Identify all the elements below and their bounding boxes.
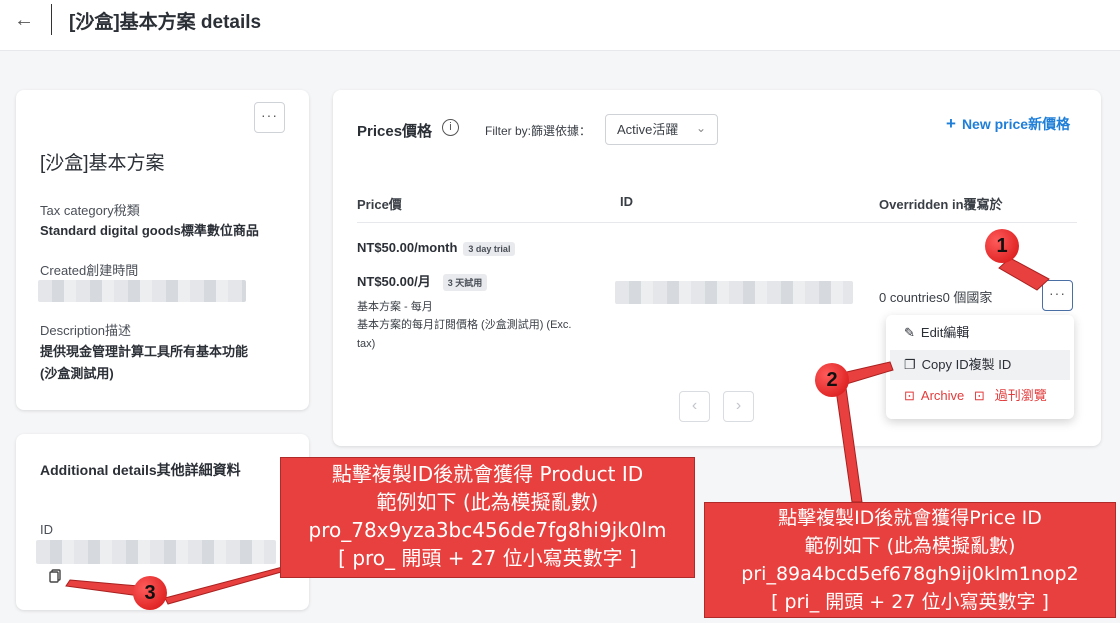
tax-category-label: Tax category稅類: [40, 203, 140, 218]
price-row-more-button[interactable]: ···: [1042, 280, 1073, 311]
arrow-left-icon[interactable]: ←: [14, 9, 34, 32]
description-line-1: 提供現金管理計算工具所有基本功能: [40, 344, 249, 359]
product-id-redacted: [36, 540, 276, 564]
callout-product-id: 點擊複製ID後就會獲得 Product ID 範例如下 (此為模擬亂數) pro…: [280, 457, 695, 578]
top-bar: ← [沙盒]基本方案 details: [0, 0, 1120, 51]
callout-product-line-2: 範例如下 (此為模擬亂數): [376, 490, 599, 514]
filter-select[interactable]: Active活躍 ⌄: [605, 114, 718, 145]
new-price-label: New price新價格: [961, 116, 1071, 132]
plan-description-1: 基本方案的每月訂閱價格 (沙盒測試用) (Exc.: [357, 319, 572, 331]
prices-title: Prices價格: [357, 123, 433, 140]
callout-product-line-1: 點擊複製ID後就會獲得 Product ID: [331, 462, 644, 486]
callout-price-line-1: 點擊複製ID後就會獲得Price ID: [778, 507, 1042, 529]
callout-product-line-3: pro_78x9yza3bc456de7fg8hi9jk0lm: [308, 518, 667, 542]
price-monthly-en-text: NT$50.00/month: [357, 240, 458, 255]
description-label: Description描述: [40, 323, 132, 338]
column-header-id: ID: [620, 194, 633, 209]
callout-product-line-4: [ pro_ 開頭 + 27 位小寫英數字 ]: [338, 546, 637, 570]
column-header-overridden: Overridden in覆寫於: [879, 197, 1003, 212]
additional-details-title: Additional details其他詳細資料: [40, 462, 241, 478]
menu-item-edit-label: Edit編輯: [920, 325, 970, 340]
menu-item-copy-id[interactable]: ❐ Copy ID複製 ID: [890, 350, 1070, 380]
price-monthly-zh: NT$50.00/月 3 天試用: [357, 271, 488, 292]
overridden-countries: 0 countries0 個國家: [879, 290, 993, 305]
plus-icon: +: [946, 114, 956, 133]
tax-category-value: Standard digital goods標準數位商品: [40, 223, 259, 238]
new-price-button[interactable]: + New price新價格: [946, 114, 1070, 134]
menu-item-archive-zh: 過刊瀏覽: [994, 388, 1047, 403]
trial-badge-zh: 3 天試用: [442, 274, 488, 292]
menu-item-archive-label: Archive: [920, 388, 965, 403]
copy-icon[interactable]: [46, 567, 64, 585]
id-label: ID: [40, 522, 53, 537]
page-title: [沙盒]基本方案 details: [69, 12, 262, 33]
plan-description-2: tax): [357, 338, 376, 350]
created-label: Created創建時間: [40, 263, 139, 278]
price-action-menu: ✎ Edit編輯 ❐ Copy ID複製 ID ⊡ Archive ⊡ 過刊瀏覽: [886, 315, 1074, 419]
price-id-redacted: [615, 281, 853, 304]
callout-price-line-3: pri_89a4bcd5ef678gh9ij0klm1nop2: [741, 563, 1079, 585]
product-card: ··· [沙盒]基本方案 Tax category稅類 Standard dig…: [16, 90, 309, 410]
marker-1: 1: [985, 229, 1019, 263]
callout-price-line-2: 範例如下 (此為模擬亂數): [804, 535, 1016, 557]
menu-item-archive[interactable]: ⊡ Archive ⊡ 過刊瀏覽: [890, 381, 1070, 411]
product-name: [沙盒]基本方案: [40, 153, 165, 174]
callout-price-line-4: [ pri_ 開頭 + 27 位小寫英數字 ]: [771, 591, 1049, 613]
price-monthly-en: NT$50.00/month 3 day trial: [357, 240, 516, 256]
marker-2: 2: [815, 363, 849, 397]
menu-item-edit[interactable]: ✎ Edit編輯: [890, 318, 1070, 348]
header-divider: [357, 222, 1077, 223]
info-icon[interactable]: i: [442, 119, 459, 136]
trial-badge-en: 3 day trial: [463, 241, 516, 256]
plan-name: 基本方案 - 每月: [357, 301, 433, 313]
pagination-next-button[interactable]: ›: [723, 391, 754, 422]
divider: [51, 4, 52, 35]
filter-select-value: Active活躍: [617, 122, 679, 137]
product-more-button[interactable]: ···: [254, 102, 285, 133]
callout-price-id: 點擊複製ID後就會獲得Price ID 範例如下 (此為模擬亂數) pri_89…: [704, 502, 1116, 618]
menu-item-copy-label: Copy ID複製 ID: [921, 357, 1012, 372]
chevron-down-icon: ⌄: [695, 121, 706, 135]
archive-icon: ⊡: [904, 388, 915, 403]
archive-icon-2: ⊡: [973, 388, 985, 403]
pencil-icon: ✎: [904, 325, 915, 340]
marker-3: 3: [133, 576, 167, 610]
price-monthly-zh-text: NT$50.00/月: [357, 274, 431, 289]
copy-menu-icon: ❐: [904, 357, 916, 372]
filter-label: Filter by:篩選依據：: [485, 124, 592, 138]
column-header-price: Price價: [357, 197, 402, 212]
description-line-2: (沙盒測試用): [40, 366, 114, 381]
pagination-prev-button[interactable]: ‹: [679, 391, 710, 422]
created-value-redacted: [38, 280, 246, 302]
